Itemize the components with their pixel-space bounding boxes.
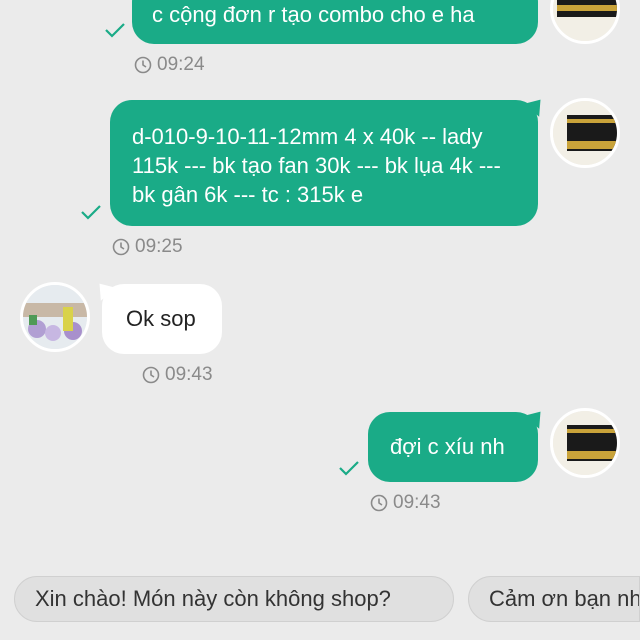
check-icon — [339, 461, 359, 476]
clock-icon — [112, 238, 130, 256]
shop-avatar[interactable] — [550, 408, 620, 478]
message-time: 09:43 — [370, 492, 441, 514]
customer-avatar[interactable] — [20, 282, 90, 352]
clock-icon — [142, 366, 160, 384]
clock-icon — [370, 494, 388, 512]
quick-reply-chip[interactable]: Cảm ơn bạn nhé — [468, 576, 640, 622]
message-text: đợi c xíu nh — [390, 434, 505, 459]
message-text: c cộng đơn r tạo combo cho e ha — [152, 2, 475, 27]
quick-reply-chip[interactable]: Xin chào! Món này còn không shop? — [14, 576, 454, 622]
shop-avatar[interactable] — [550, 0, 620, 44]
clock-icon — [134, 56, 152, 74]
message-text: d-010-9-10-11-12mm 4 x 40k -- lady 115k … — [132, 124, 501, 207]
shop-avatar[interactable] — [550, 98, 620, 168]
message-text: Ok sop — [126, 306, 196, 331]
message-bubble-incoming[interactable]: Ok sop — [102, 284, 222, 354]
check-icon — [105, 23, 125, 38]
message-bubble-outgoing[interactable]: d-010-9-10-11-12mm 4 x 40k -- lady 115k … — [110, 100, 538, 226]
message-time: 09:24 — [134, 54, 205, 76]
message-bubble-outgoing[interactable]: đợi c xíu nh — [368, 412, 538, 482]
message-time: 09:43 — [142, 364, 213, 386]
check-icon — [81, 205, 101, 220]
message-bubble-outgoing[interactable]: c cộng đơn r tạo combo cho e ha — [132, 0, 538, 44]
message-time: 09:25 — [112, 236, 183, 258]
